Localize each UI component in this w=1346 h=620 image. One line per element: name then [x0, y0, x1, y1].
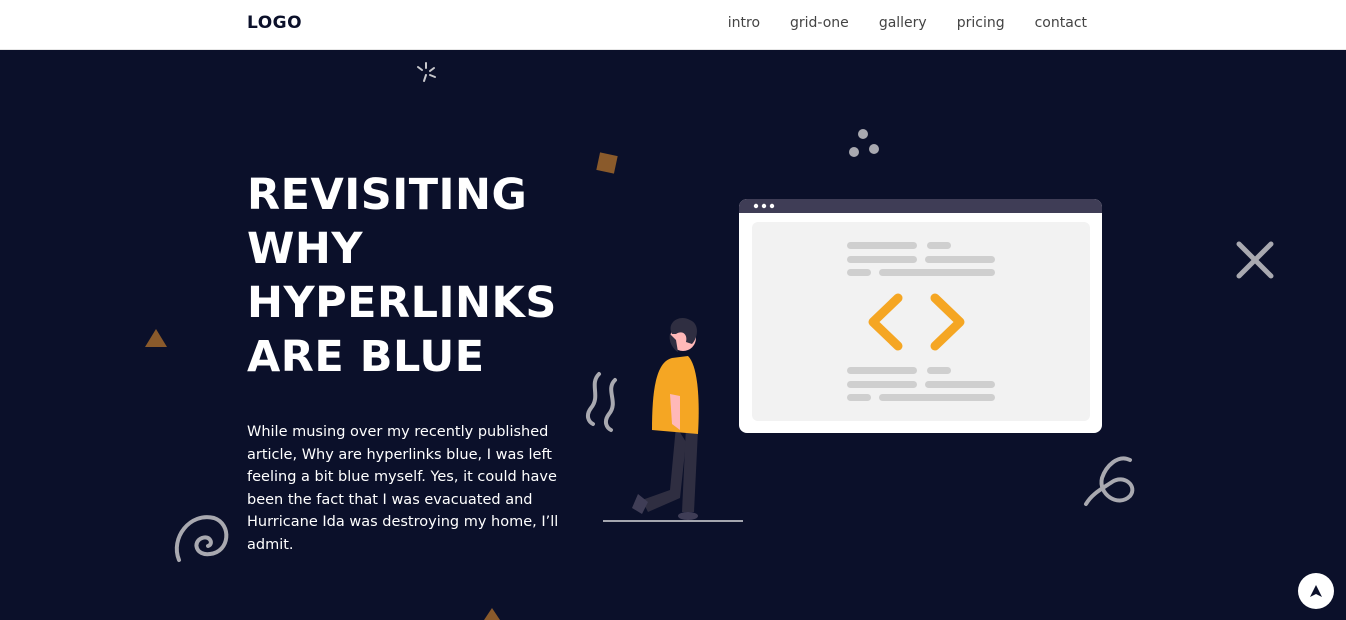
spiral-deco-icon	[174, 515, 229, 562]
nav-link-intro[interactable]: intro	[728, 15, 760, 31]
sparkle-icon	[417, 62, 436, 82]
dots-deco-icon	[849, 129, 879, 157]
nav-links: intro grid-one gallery pricing contact	[698, 15, 1087, 31]
nav-link-contact[interactable]: contact	[1035, 15, 1087, 31]
nav-link-pricing[interactable]: pricing	[957, 15, 1005, 31]
scroll-top-button[interactable]	[1298, 573, 1334, 609]
top-navbar: LOGO intro grid-one gallery pricing cont…	[0, 0, 1346, 50]
logo[interactable]: LOGO	[247, 13, 302, 33]
nav-link-gallery[interactable]: gallery	[879, 15, 927, 31]
person-illustration	[632, 317, 699, 520]
arrow-up-icon	[1310, 585, 1322, 597]
hero-illustration	[603, 199, 1102, 522]
hero-paragraph: While musing over my recently published …	[247, 424, 559, 553]
hero-title-line: HYPERLINKS	[247, 278, 557, 328]
hero-title-line: ARE BLUE	[247, 332, 485, 382]
square-deco-icon	[596, 152, 618, 174]
hero-title-line: WHY	[247, 224, 364, 274]
hero-title: REVISITING WHY HYPERLINKS ARE BLUE	[247, 168, 557, 384]
x-deco-icon	[1236, 241, 1274, 279]
hero-title-line: REVISITING	[247, 170, 528, 220]
nav-link-grid-one[interactable]: grid-one	[790, 15, 849, 31]
triangle-deco-icon	[145, 329, 167, 347]
browser-window-illustration	[739, 199, 1102, 433]
